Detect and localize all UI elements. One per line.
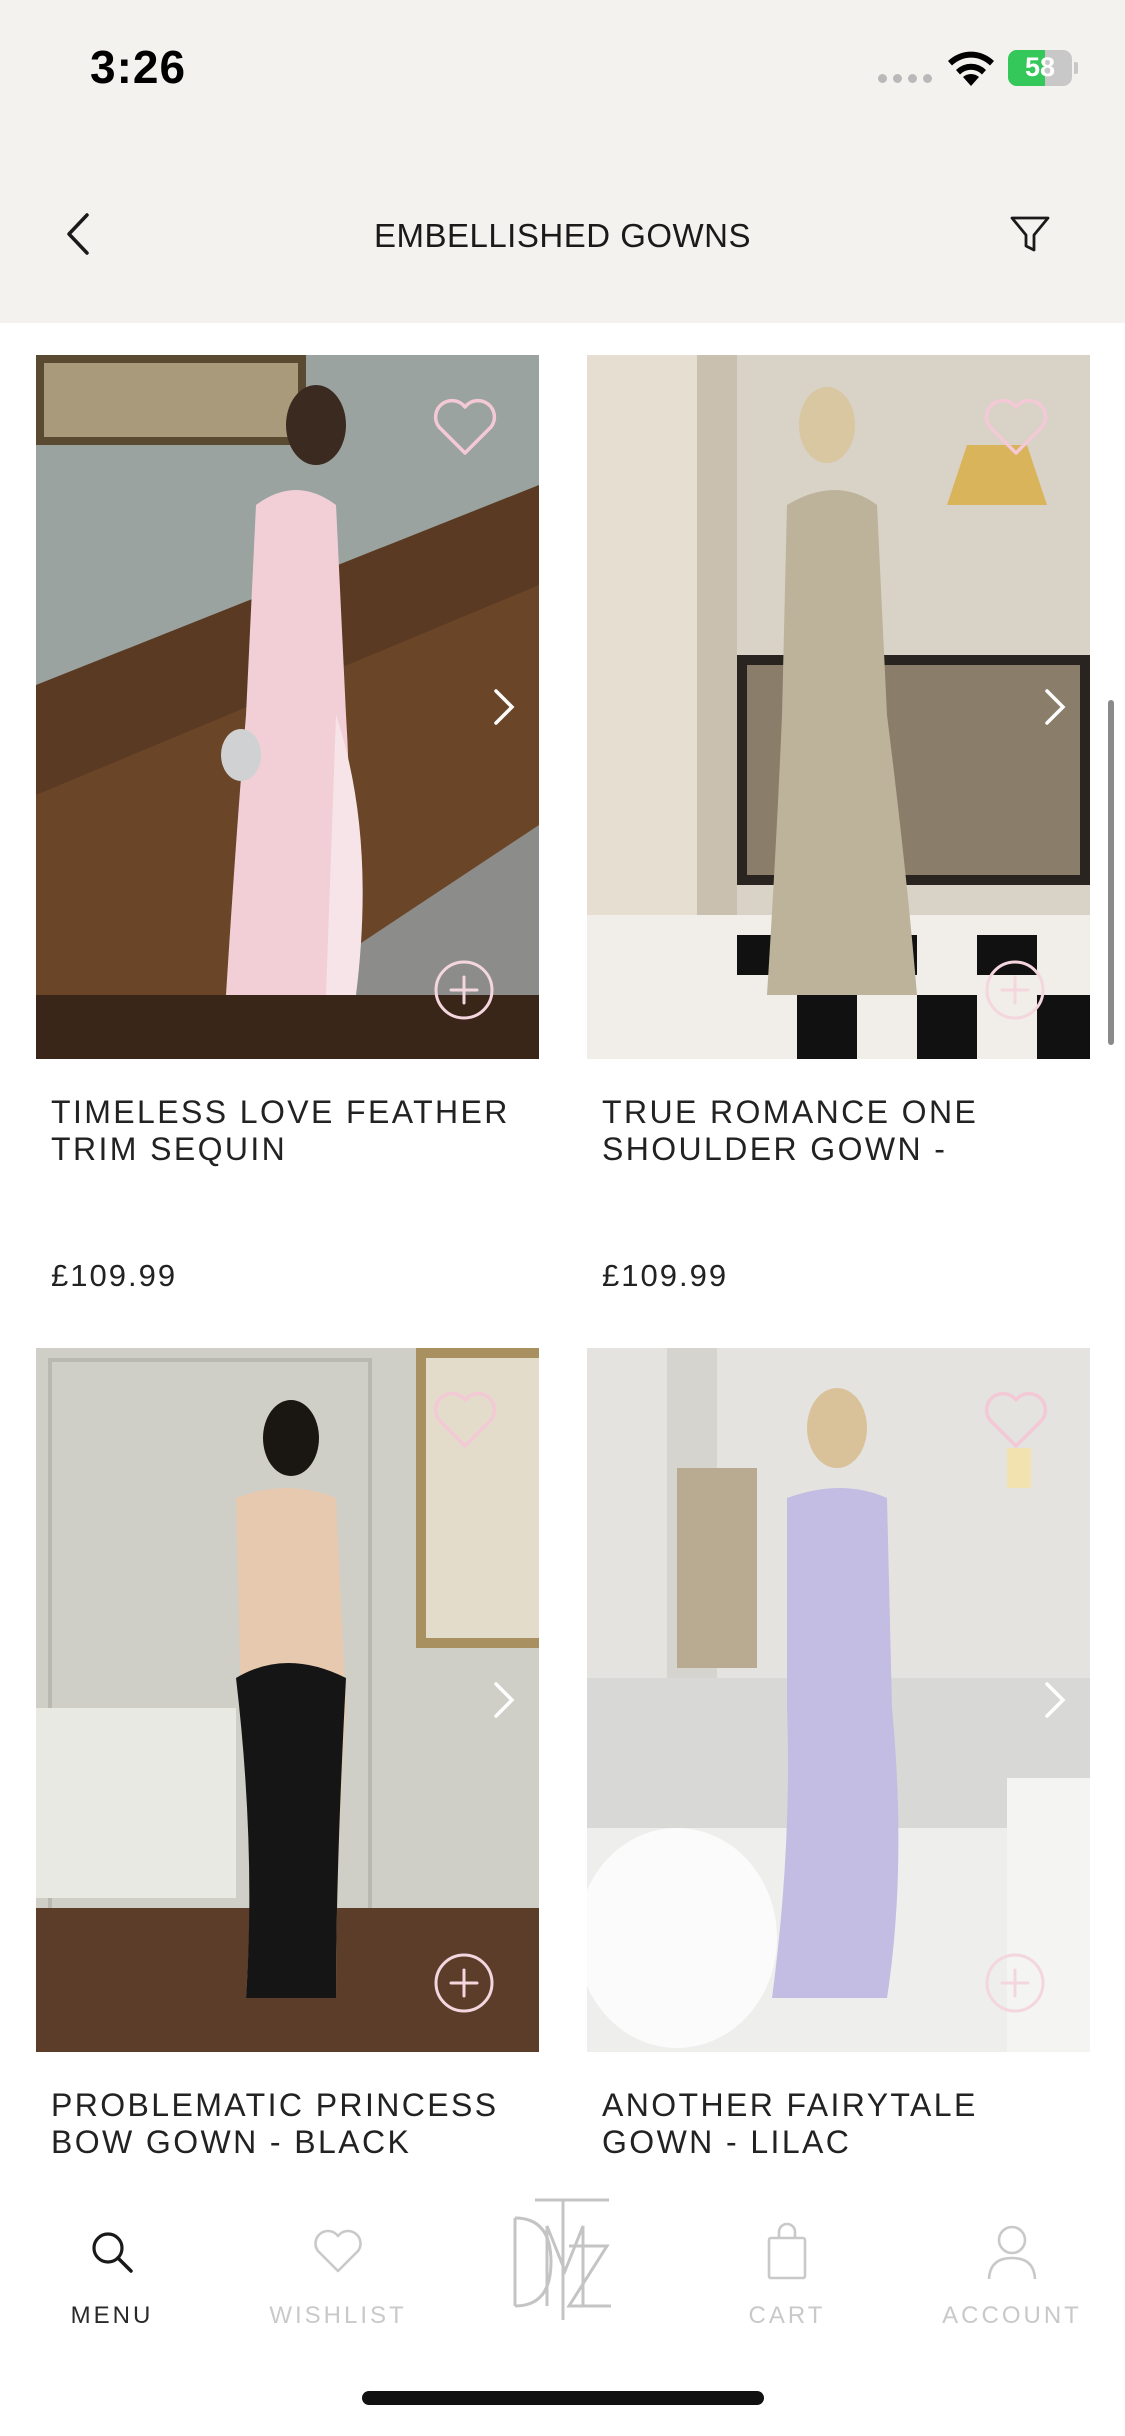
scrollbar[interactable] xyxy=(1108,700,1114,1045)
chevron-right-icon[interactable] xyxy=(1035,685,1075,729)
product-photo xyxy=(36,1348,539,2052)
product-card[interactable]: ANOTHER FAIRYTALE GOWN - LILAC xyxy=(587,1348,1090,2227)
cellular-signal-icon xyxy=(878,74,932,83)
wishlist-heart-icon[interactable] xyxy=(982,1390,1050,1452)
filter-icon xyxy=(1010,216,1050,252)
wishlist-heart-icon[interactable] xyxy=(431,1390,499,1452)
product-name[interactable]: TIMELESS LOVE FEATHER TRIM SEQUIN xyxy=(36,1094,539,1234)
product-card[interactable]: TRUE ROMANCE ONE SHOULDER GOWN - £109.99 xyxy=(587,355,1090,1294)
product-image[interactable] xyxy=(587,1348,1090,2052)
quick-add-button[interactable] xyxy=(984,1952,1046,2014)
brand-logo xyxy=(513,2198,611,2320)
battery-icon: 58 xyxy=(1008,50,1078,86)
quick-add-button[interactable] xyxy=(433,1952,495,2014)
tab-label: MENU xyxy=(70,2302,154,2329)
status-bar: 3:26 58 xyxy=(0,0,1125,135)
product-name[interactable]: TRUE ROMANCE ONE SHOULDER GOWN - xyxy=(587,1094,1090,1234)
product-photo xyxy=(36,355,539,1059)
quick-add-button[interactable] xyxy=(984,959,1046,1021)
product-card[interactable]: PROBLEMATIC PRINCESS BOW GOWN - BLACK xyxy=(36,1348,539,2227)
tab-label: ACCOUNT xyxy=(942,2302,1082,2329)
product-image[interactable] xyxy=(587,355,1090,1059)
home-indicator[interactable] xyxy=(362,2391,764,2405)
filter-button[interactable] xyxy=(1000,204,1060,264)
product-image[interactable] xyxy=(36,355,539,1059)
header-area: 3:26 58 EMBELLISHED GOWNS xyxy=(0,0,1125,323)
product-photo xyxy=(587,355,1090,1059)
search-icon xyxy=(92,2232,133,2273)
shopping-bag-icon xyxy=(767,2222,807,2280)
chevron-right-icon[interactable] xyxy=(1035,1678,1075,1722)
battery-percent: 58 xyxy=(1024,52,1056,82)
wifi-icon xyxy=(948,51,994,86)
navigation-bar: EMBELLISHED GOWNS xyxy=(0,180,1125,290)
tab-home-logo[interactable] xyxy=(462,2196,662,2324)
tab-cart[interactable]: CART xyxy=(687,2212,887,2330)
page-title: EMBELLISHED GOWNS xyxy=(373,217,752,254)
wishlist-heart-icon[interactable] xyxy=(982,397,1050,459)
product-price: £109.99 xyxy=(602,1258,729,1293)
product-photo xyxy=(587,1348,1090,2052)
tab-account[interactable]: ACCOUNT xyxy=(912,2212,1112,2330)
tab-menu[interactable]: MENU xyxy=(12,2212,212,2330)
product-card[interactable]: TIMELESS LOVE FEATHER TRIM SEQUIN £109.9… xyxy=(36,355,539,1294)
user-icon xyxy=(987,2225,1037,2280)
status-time: 3:26 xyxy=(90,41,187,93)
tab-wishlist[interactable]: WISHLIST xyxy=(238,2212,438,2330)
wishlist-heart-icon[interactable] xyxy=(431,397,499,459)
heart-icon xyxy=(314,2229,362,2273)
chevron-right-icon[interactable] xyxy=(484,1678,524,1722)
product-price: £109.99 xyxy=(51,1258,178,1293)
chevron-right-icon[interactable] xyxy=(484,685,524,729)
quick-add-button[interactable] xyxy=(433,959,495,1021)
tab-label: CART xyxy=(748,2302,826,2329)
product-image[interactable] xyxy=(36,1348,539,2052)
tab-label: WISHLIST xyxy=(269,2302,407,2329)
